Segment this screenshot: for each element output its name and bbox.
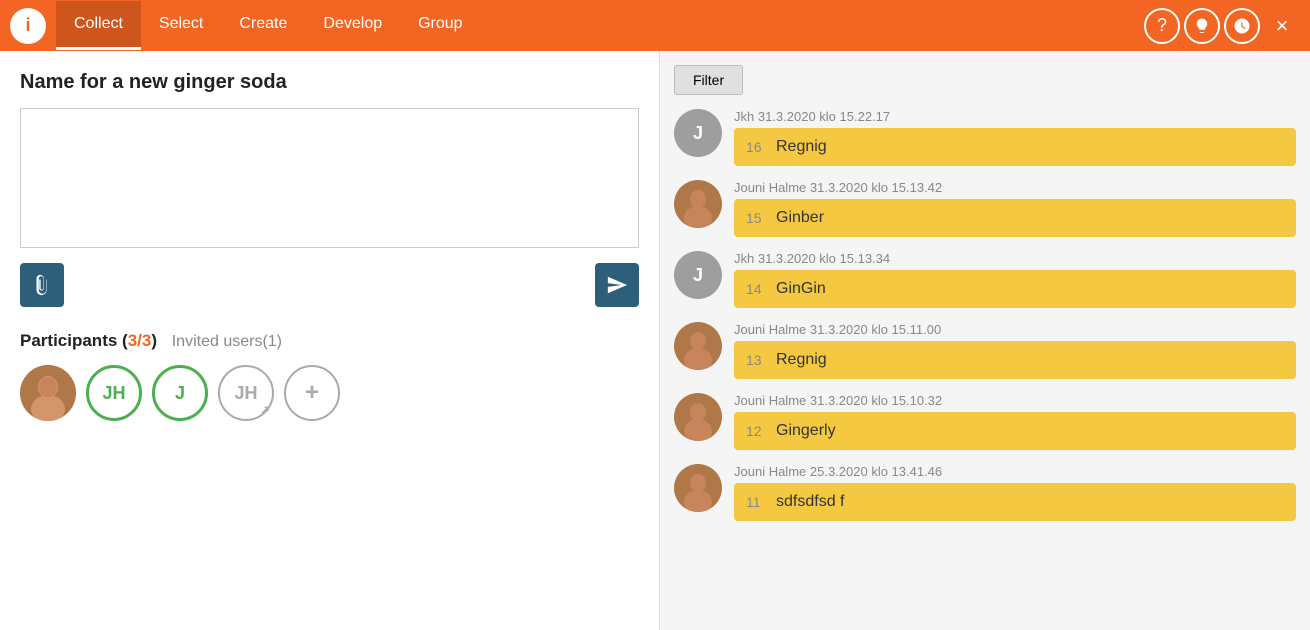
- right-panel: Filter J Jkh 31.3.2020 klo 15.22.17 16 R…: [660, 51, 1310, 630]
- response-text-2: GinGin: [776, 280, 826, 298]
- responses-list: J Jkh 31.3.2020 klo 15.22.17 16 Regnig J…: [674, 109, 1296, 521]
- tab-collect[interactable]: Collect: [56, 1, 141, 50]
- response-text-3: Regnig: [776, 351, 827, 369]
- response-text-1: Ginber: [776, 209, 824, 227]
- panel-title: Name for a new ginger soda: [20, 71, 639, 94]
- participants-label: Participants: [20, 331, 117, 350]
- participants-title: Participants (3/3) Invited users(1): [20, 331, 639, 351]
- action-bar: [20, 263, 639, 307]
- response-item-0: J Jkh 31.3.2020 klo 15.22.17 16 Regnig: [674, 109, 1296, 166]
- idea-icon[interactable]: [1184, 8, 1220, 44]
- avatar-jh-green[interactable]: JH: [86, 365, 142, 421]
- avatars-row: JH J JH ↗ +: [20, 365, 639, 421]
- close-button[interactable]: ×: [1264, 8, 1300, 44]
- info-icon[interactable]: i: [10, 8, 46, 44]
- response-avatar-3: [674, 322, 722, 370]
- response-number-2: 14: [746, 281, 766, 297]
- participants-section: Participants (3/3) Invited users(1) JH: [20, 331, 639, 421]
- response-item-1: Jouni Halme 31.3.2020 klo 15.13.42 15 Gi…: [674, 180, 1296, 237]
- response-number-0: 16: [746, 139, 766, 155]
- response-meta-4: Jouni Halme 31.3.2020 klo 15.10.32: [734, 393, 1296, 408]
- avatar-j-green[interactable]: J: [152, 365, 208, 421]
- add-participant-button[interactable]: +: [284, 365, 340, 421]
- response-content-4: Jouni Halme 31.3.2020 klo 15.10.32 12 Gi…: [734, 393, 1296, 450]
- attach-button[interactable]: [20, 263, 64, 307]
- header-right: ? ×: [1144, 8, 1300, 44]
- avatar-photo-1[interactable]: [20, 365, 76, 421]
- response-text-5: sdfsdfsd f: [776, 493, 844, 511]
- response-meta-5: Jouni Halme 25.3.2020 klo 13.41.46: [734, 464, 1296, 479]
- left-panel: Name for a new ginger soda Participants …: [0, 51, 660, 630]
- response-avatar-0: J: [674, 109, 722, 157]
- response-bubble-2[interactable]: 14 GinGin: [734, 270, 1296, 308]
- help-icon[interactable]: ?: [1144, 8, 1180, 44]
- filter-button[interactable]: Filter: [674, 65, 743, 95]
- tab-create[interactable]: Create: [221, 1, 305, 50]
- response-meta-2: Jkh 31.3.2020 klo 15.13.34: [734, 251, 1296, 266]
- header: i Collect Select Create Develop Group ? …: [0, 0, 1310, 51]
- response-item-5: Jouni Halme 25.3.2020 klo 13.41.46 11 sd…: [674, 464, 1296, 521]
- clock-icon[interactable]: [1224, 8, 1260, 44]
- response-content-3: Jouni Halme 31.3.2020 klo 15.11.00 13 Re…: [734, 322, 1296, 379]
- response-avatar-1: [674, 180, 722, 228]
- response-content-0: Jkh 31.3.2020 klo 15.22.17 16 Regnig: [734, 109, 1296, 166]
- response-avatar-5: [674, 464, 722, 512]
- response-bubble-1[interactable]: 15 Ginber: [734, 199, 1296, 237]
- main-layout: Name for a new ginger soda Participants …: [0, 51, 1310, 630]
- response-content-2: Jkh 31.3.2020 klo 15.13.34 14 GinGin: [734, 251, 1296, 308]
- response-bubble-4[interactable]: 12 Gingerly: [734, 412, 1296, 450]
- response-meta-0: Jkh 31.3.2020 klo 15.22.17: [734, 109, 1296, 124]
- response-bubble-3[interactable]: 13 Regnig: [734, 341, 1296, 379]
- invited-label: Invited users(1): [172, 333, 282, 350]
- response-item-3: Jouni Halme 31.3.2020 klo 15.11.00 13 Re…: [674, 322, 1296, 379]
- response-item-2: J Jkh 31.3.2020 klo 15.13.34 14 GinGin: [674, 251, 1296, 308]
- response-number-1: 15: [746, 210, 766, 226]
- response-number-3: 13: [746, 352, 766, 368]
- response-bubble-5[interactable]: 11 sdfsdfsd f: [734, 483, 1296, 521]
- avatar-jh-gray[interactable]: JH ↗: [218, 365, 274, 421]
- response-item-4: Jouni Halme 31.3.2020 klo 15.10.32 12 Gi…: [674, 393, 1296, 450]
- response-text-0: Regnig: [776, 138, 827, 156]
- tab-select[interactable]: Select: [141, 1, 221, 50]
- tab-group[interactable]: Group: [400, 1, 480, 50]
- response-content-1: Jouni Halme 31.3.2020 klo 15.13.42 15 Gi…: [734, 180, 1296, 237]
- tab-develop[interactable]: Develop: [305, 1, 400, 50]
- response-avatar-2: J: [674, 251, 722, 299]
- response-avatar-4: [674, 393, 722, 441]
- response-meta-1: Jouni Halme 31.3.2020 klo 15.13.42: [734, 180, 1296, 195]
- response-number-4: 12: [746, 423, 766, 439]
- send-button[interactable]: [595, 263, 639, 307]
- response-bubble-0[interactable]: 16 Regnig: [734, 128, 1296, 166]
- participants-count: 3/3: [128, 331, 152, 350]
- response-number-5: 11: [746, 494, 766, 510]
- idea-input[interactable]: [20, 108, 639, 248]
- response-content-5: Jouni Halme 25.3.2020 klo 13.41.46 11 sd…: [734, 464, 1296, 521]
- response-meta-3: Jouni Halme 31.3.2020 klo 15.11.00: [734, 322, 1296, 337]
- response-text-4: Gingerly: [776, 422, 836, 440]
